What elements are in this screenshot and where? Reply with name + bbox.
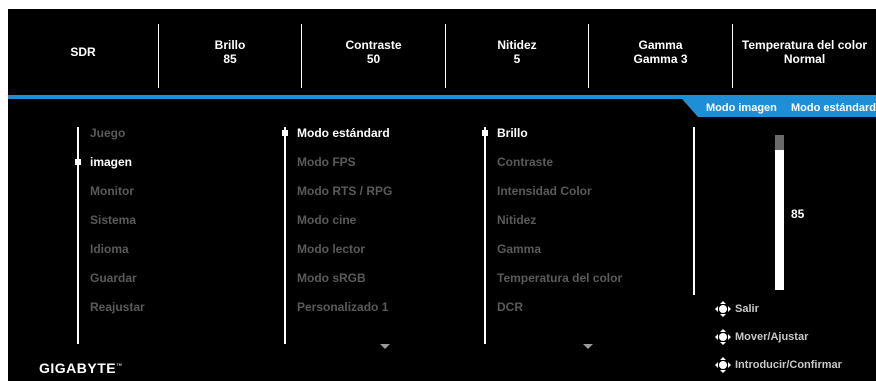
chevron-down-icon[interactable]: [583, 344, 593, 349]
status-brillo: Brillo 85: [159, 9, 301, 95]
status-contraste-value: 50: [366, 52, 381, 66]
main-menu-item-imagen[interactable]: imagen: [90, 155, 132, 169]
status-gamma-label: Gamma: [638, 38, 683, 52]
setting-menu-item-gamma[interactable]: Gamma: [497, 242, 541, 256]
setting-menu-line: [484, 127, 486, 344]
gigabyte-logo: GIGABYTE™: [39, 360, 123, 376]
mode-menu-item-lector[interactable]: Modo lector: [297, 242, 365, 256]
setting-menu-item-temperatura[interactable]: Temperatura del color: [497, 271, 622, 285]
slider-handle[interactable]: [775, 150, 784, 152]
brand-name: GIGABYTE: [39, 360, 117, 376]
mode-menu-item-estandard[interactable]: Modo estándard: [297, 126, 390, 140]
slider-panel-line: [693, 127, 695, 295]
status-nitidez: Nitidez 5: [446, 9, 588, 95]
setting-menu-item-contraste[interactable]: Contraste: [497, 155, 553, 169]
hint-exit: Salir: [735, 303, 759, 315]
hint-confirm: Introducir/Confirmar: [735, 359, 842, 371]
joystick-icon: [715, 329, 731, 345]
main-menu-item-reajustar[interactable]: Reajustar: [90, 300, 145, 314]
status-nitidez-label: Nitidez: [497, 38, 537, 52]
setting-menu-selected-marker: [482, 130, 488, 136]
slider-unfilled: [775, 135, 784, 151]
mode-tab: Modo imagen Modo estándard: [682, 99, 876, 117]
header-accent-line: [8, 95, 876, 99]
main-menu-item-guardar[interactable]: Guardar: [90, 271, 137, 285]
slider-value: 85: [791, 207, 805, 221]
status-gamma-value: Gamma 3: [633, 52, 688, 66]
main-menu-item-sistema[interactable]: Sistema: [90, 213, 136, 227]
mode-menu-item-personalizado-1[interactable]: Personalizado 1: [297, 300, 388, 314]
setting-menu-item-intensidad-color[interactable]: Intensidad Color: [497, 184, 592, 198]
status-brillo-label: Brillo: [214, 38, 246, 52]
main-menu-selected-marker: [75, 159, 81, 165]
hint-move: Mover/Ajustar: [735, 331, 809, 343]
status-contraste-label: Contraste: [345, 38, 402, 52]
mode-menu-item-fps[interactable]: Modo FPS: [297, 155, 356, 169]
mode-menu-selected-marker: [282, 130, 288, 136]
mode-menu-line: [284, 127, 286, 344]
status-brillo-value: 85: [223, 52, 237, 66]
status-sdr-label: SDR: [70, 45, 96, 59]
brillo-slider[interactable]: [775, 135, 784, 290]
mode-menu-item-rts-rpg[interactable]: Modo RTS / RPG: [297, 184, 392, 198]
status-temperatura-label: Temperatura del color: [741, 38, 868, 52]
main-menu-item-juego[interactable]: Juego: [90, 126, 125, 140]
chevron-down-icon[interactable]: [380, 344, 390, 349]
mode-tab-label: Modo imagen: [706, 102, 777, 114]
osd-menu: SDR Brillo 85 Contraste 50 Nitidez 5 Gam…: [8, 9, 876, 381]
joystick-icon: [715, 357, 731, 373]
status-temperatura: Temperatura del color Normal: [733, 9, 876, 95]
setting-menu-item-brillo[interactable]: Brillo: [497, 126, 528, 140]
status-gamma: Gamma Gamma 3: [589, 9, 732, 95]
mode-tab-value: Modo estándard: [791, 102, 876, 114]
main-menu-item-idioma[interactable]: Idioma: [90, 242, 129, 256]
status-nitidez-value: 5: [513, 52, 521, 66]
setting-menu-item-nitidez[interactable]: Nitidez: [497, 213, 536, 227]
status-contraste: Contraste 50: [302, 9, 445, 95]
status-temperatura-value: Normal: [783, 52, 826, 66]
status-sdr: SDR: [8, 9, 158, 95]
mode-menu-item-cine[interactable]: Modo cine: [297, 213, 356, 227]
mode-menu-item-srgb[interactable]: Modo sRGB: [297, 271, 366, 285]
main-menu-item-monitor[interactable]: Monitor: [90, 184, 134, 198]
setting-menu-item-dcr[interactable]: DCR: [497, 300, 523, 314]
joystick-icon: [715, 301, 731, 317]
